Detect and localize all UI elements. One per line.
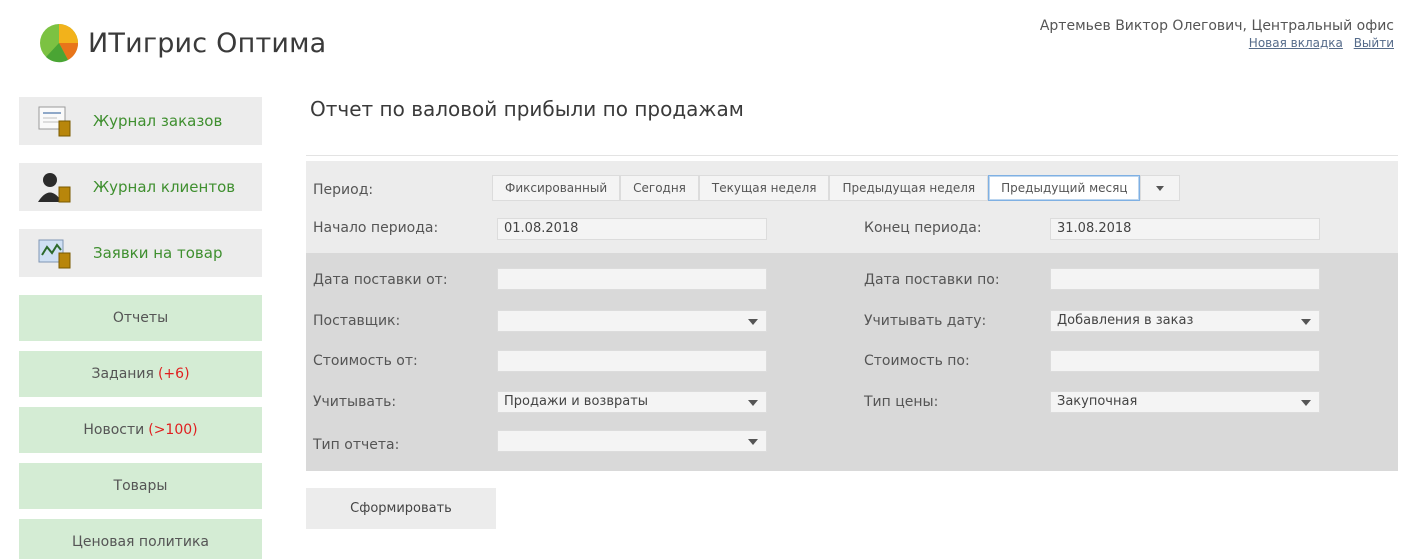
- cost-from-input[interactable]: [497, 350, 767, 372]
- app-logo[interactable]: ИТигрис Оптима: [38, 22, 326, 64]
- consider-date-select[interactable]: Добавления в заказ: [1050, 310, 1320, 332]
- cost-to-label: Стоимость по:: [864, 353, 970, 369]
- sidebar-item-requests[interactable]: Заявки на товар: [19, 229, 262, 277]
- sidebar-item-label: Журнал заказов: [93, 112, 223, 130]
- start-period-label: Начало периода:: [313, 220, 439, 236]
- delivery-from-input[interactable]: [497, 268, 767, 290]
- report-type-select[interactable]: [497, 430, 767, 452]
- sidebar-item-news[interactable]: Новости (>100): [19, 407, 262, 453]
- tab-today[interactable]: Сегодня: [620, 175, 699, 201]
- tab-current-week[interactable]: Текущая неделя: [698, 175, 830, 201]
- tab-fixed[interactable]: Фиксированный: [492, 175, 621, 201]
- product-request-icon: [37, 237, 73, 269]
- sidebar-item-label: Журнал клиентов: [93, 178, 236, 196]
- sidebar-item-label: Новости: [83, 422, 145, 438]
- consider-date-label: Учитывать дату:: [864, 313, 987, 329]
- app-page: ИТигрис Оптима Артемьев Виктор Олегович,…: [0, 0, 1426, 559]
- page-title: Отчет по валовой прибыли по продажам: [310, 97, 744, 121]
- tab-previous-week[interactable]: Предыдущая неделя: [829, 175, 989, 201]
- main-content: Отчет по валовой прибыли по продажам Пер…: [306, 97, 1398, 529]
- logout-link[interactable]: Выйти: [1354, 36, 1394, 50]
- news-count-badge: (>100): [148, 422, 198, 438]
- end-period-input[interactable]: 31.08.2018: [1050, 218, 1320, 240]
- cost-from-label: Стоимость от:: [313, 353, 418, 369]
- sidebar-item-products[interactable]: Товары: [19, 463, 262, 509]
- consider-label: Учитывать:: [313, 394, 397, 410]
- user-name: Артемьев Виктор Олегович, Центральный оф…: [1039, 18, 1394, 34]
- start-period-input[interactable]: 01.08.2018: [497, 218, 767, 240]
- period-tabs: Фиксированный Сегодня Текущая неделя Пре…: [492, 175, 1181, 201]
- end-period-label: Конец периода:: [864, 220, 982, 236]
- sidebar-item-label: Ценовая политика: [72, 534, 209, 550]
- tab-previous-month[interactable]: Предыдущий месяц: [988, 175, 1141, 201]
- report-type-label: Тип отчета:: [313, 437, 400, 453]
- period-label: Период:: [313, 182, 374, 198]
- price-type-select[interactable]: Закупочная: [1050, 391, 1320, 413]
- sidebar-item-label: Задания: [91, 366, 154, 382]
- sidebar-item-pricing[interactable]: Ценовая политика: [19, 519, 262, 559]
- sidebar-item-reports[interactable]: Отчеты: [19, 295, 262, 341]
- supplier-label: Поставщик:: [313, 313, 401, 329]
- new-tab-link[interactable]: Новая вкладка: [1249, 36, 1343, 50]
- tasks-count-badge: (+6): [157, 366, 190, 382]
- sidebar-item-tasks[interactable]: Задания (+6): [19, 351, 262, 397]
- chevron-down-icon: [1156, 185, 1165, 191]
- title-divider: [306, 155, 1398, 156]
- order-journal-icon: [37, 105, 73, 137]
- sidebar: Журнал заказов Журнал клиентов Заявки на…: [19, 97, 262, 559]
- sidebar-item-label: Заявки на товар: [93, 244, 223, 262]
- consider-select[interactable]: Продажи и возвраты: [497, 391, 767, 413]
- sidebar-item-label: Отчеты: [112, 310, 169, 326]
- logo-icon: [38, 22, 80, 64]
- client-journal-icon: [37, 171, 73, 203]
- delivery-from-label: Дата поставки от:: [313, 272, 448, 288]
- sidebar-item-clients[interactable]: Журнал клиентов: [19, 163, 262, 211]
- delivery-to-label: Дата поставки по:: [864, 272, 1000, 288]
- sidebar-item-label: Товары: [113, 478, 168, 494]
- user-links: Новая вкладка Выйти: [1040, 36, 1394, 50]
- user-block: Артемьев Виктор Олегович, Центральный оф…: [1040, 18, 1394, 50]
- sidebar-item-orders[interactable]: Журнал заказов: [19, 97, 262, 145]
- supplier-select[interactable]: [497, 310, 767, 332]
- generate-report-button[interactable]: Сформировать: [306, 488, 496, 529]
- delivery-to-input[interactable]: [1050, 268, 1320, 290]
- app-title: ИТигрис Оптима: [88, 27, 327, 59]
- period-more-dropdown[interactable]: [1140, 175, 1181, 201]
- price-type-label: Тип цены:: [864, 394, 939, 410]
- cost-to-input[interactable]: [1050, 350, 1320, 372]
